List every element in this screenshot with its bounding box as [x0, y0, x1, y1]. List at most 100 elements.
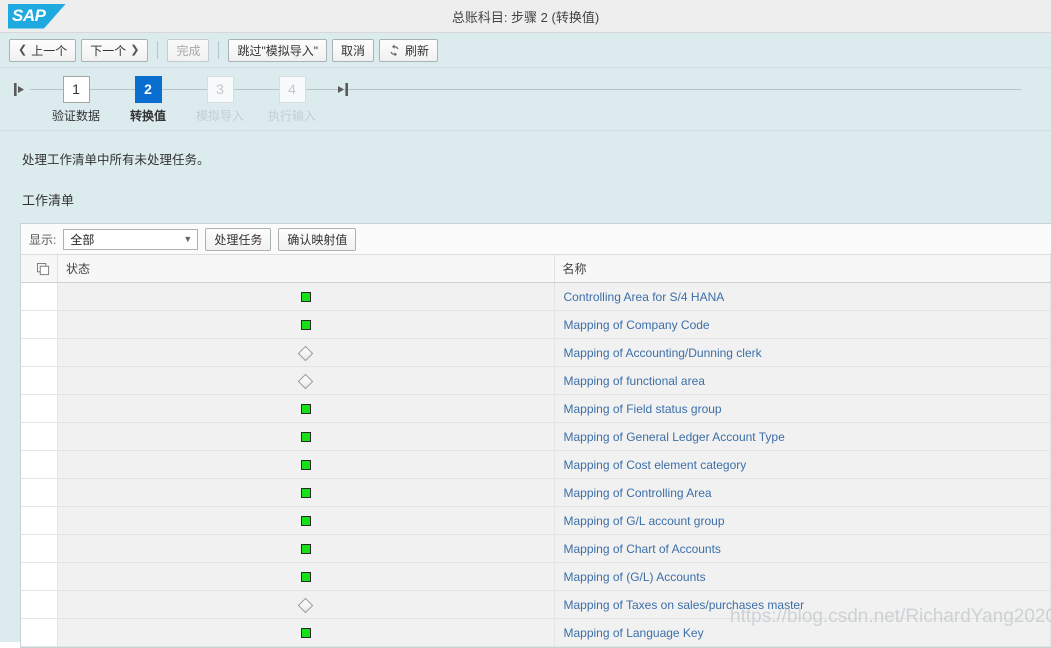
name-cell: Mapping of functional area — [554, 366, 1051, 395]
task-link[interactable]: Mapping of (G/L) Accounts — [564, 570, 706, 584]
name-cell: Mapping of General Ledger Account Type — [554, 422, 1051, 451]
table-row[interactable]: Controlling Area for S/4 HANA — [21, 282, 1051, 311]
name-cell: Mapping of Company Code — [554, 310, 1051, 339]
row-select-cell[interactable] — [21, 534, 58, 563]
task-link[interactable]: Mapping of General Ledger Account Type — [564, 430, 785, 444]
next-button-label: 下一个 — [90, 43, 127, 58]
table-row[interactable]: Mapping of Company Code — [21, 310, 1051, 339]
title-bar: SAP 总账科目: 步骤 2 (转换值) — [0, 0, 1051, 33]
roadmap-steps: 1 验证数据 2 转换值 3 模拟导入 4 执行输入 — [40, 76, 328, 124]
name-cell: Mapping of Cost element category — [554, 450, 1051, 479]
status-diamond-icon — [297, 597, 314, 614]
name-cell: Mapping of G/L account group — [554, 506, 1051, 535]
status-column-header[interactable]: 状态 — [57, 255, 555, 283]
chevron-left-icon: ❮ — [18, 43, 28, 56]
row-select-cell[interactable] — [21, 590, 58, 619]
worklist-table-body: Controlling Area for S/4 HANA Mapping of … — [21, 282, 1051, 647]
table-row[interactable]: Mapping of (G/L) Accounts — [21, 562, 1051, 591]
table-row[interactable]: Mapping of Language Key — [21, 618, 1051, 647]
status-green-square-icon — [300, 432, 311, 443]
refresh-button-label: 刷新 — [405, 43, 430, 58]
row-select-cell[interactable] — [21, 366, 58, 395]
skip-simulation-button-label: 跳过"模拟导入" — [237, 43, 319, 58]
task-link[interactable]: Mapping of functional area — [564, 374, 705, 388]
name-cell: Mapping of Chart of Accounts — [554, 534, 1051, 563]
roadmap-step-4: 4 执行输入 — [256, 76, 328, 124]
task-link[interactable]: Mapping of Accounting/Dunning clerk — [564, 346, 762, 360]
name-column-header[interactable]: 名称 — [554, 255, 1051, 283]
table-row[interactable]: Mapping of General Ledger Account Type — [21, 422, 1051, 451]
worklist-table: 状态 名称 Controlling Area for S/4 HANA Mappi… — [21, 255, 1051, 647]
status-green-square-icon — [300, 572, 311, 583]
name-cell: Mapping of Taxes on sales/purchases mast… — [554, 590, 1051, 619]
roadmap-step-4-number: 4 — [278, 76, 306, 103]
row-select-cell[interactable] — [21, 562, 58, 591]
roadmap-step-3: 3 模拟导入 — [184, 76, 256, 124]
status-cell — [57, 366, 555, 395]
row-select-cell[interactable] — [21, 394, 58, 423]
copy-icon — [36, 262, 50, 276]
row-select-cell[interactable] — [21, 450, 58, 479]
finish-button[interactable]: 完成 — [167, 38, 210, 62]
task-link[interactable]: Mapping of Chart of Accounts — [564, 542, 721, 556]
wizard-roadmap: 1 验证数据 2 转换值 3 模拟导入 4 执行输入 — [0, 68, 1051, 131]
status-cell — [57, 506, 555, 535]
status-green-square-icon — [300, 404, 311, 415]
row-select-cell[interactable] — [21, 422, 58, 451]
next-button[interactable]: 下一个 ❯ — [81, 38, 149, 62]
display-filter-select[interactable]: 全部 ▼ — [63, 228, 199, 250]
row-select-cell[interactable] — [21, 282, 58, 311]
roadmap-end-icon — [337, 82, 351, 97]
roadmap-step-1[interactable]: 1 验证数据 — [40, 76, 112, 124]
table-header-row: 状态 名称 — [21, 255, 1051, 283]
status-green-square-icon — [300, 292, 311, 303]
task-link[interactable]: Mapping of Cost element category — [564, 458, 747, 472]
table-row[interactable]: Mapping of Accounting/Dunning clerk — [21, 338, 1051, 367]
name-cell: Mapping of Language Key — [554, 618, 1051, 647]
task-link[interactable]: Mapping of Field status group — [564, 402, 722, 416]
table-row[interactable]: Mapping of Field status group — [21, 394, 1051, 423]
worklist-panel: 显示: 全部 ▼ 处理任务 确认映射值 状态 名称 Controlling Ar… — [20, 223, 1051, 648]
task-link[interactable]: Mapping of Language Key — [564, 626, 704, 640]
table-row[interactable]: Mapping of Controlling Area — [21, 478, 1051, 507]
roadmap-step-2[interactable]: 2 转换值 — [112, 76, 184, 124]
row-select-cell[interactable] — [21, 506, 58, 535]
table-row[interactable]: Mapping of Chart of Accounts — [21, 534, 1051, 563]
confirm-mapping-button[interactable]: 确认映射值 — [278, 227, 357, 251]
name-cell: Controlling Area for S/4 HANA — [554, 282, 1051, 311]
task-link[interactable]: Controlling Area for S/4 HANA — [564, 290, 725, 304]
process-tasks-button[interactable]: 处理任务 — [205, 227, 272, 251]
task-link[interactable]: Mapping of Controlling Area — [564, 486, 712, 500]
previous-button[interactable]: ❮ 上一个 — [9, 38, 77, 62]
cancel-button-label: 取消 — [341, 43, 366, 58]
table-row[interactable]: Mapping of functional area — [21, 366, 1051, 395]
skip-simulation-button[interactable]: 跳过"模拟导入" — [228, 38, 328, 62]
select-all-column-header[interactable] — [21, 255, 58, 283]
task-link[interactable]: Mapping of Taxes on sales/purchases mast… — [564, 598, 805, 612]
section-title: 工作清单 — [22, 193, 75, 208]
row-select-cell[interactable] — [21, 478, 58, 507]
status-green-square-icon — [300, 516, 311, 527]
task-link[interactable]: Mapping of Company Code — [564, 318, 710, 332]
toolbar-separator — [218, 41, 220, 59]
chevron-down-icon: ▼ — [183, 234, 193, 244]
cancel-button[interactable]: 取消 — [332, 38, 375, 62]
refresh-button[interactable]: 刷新 — [379, 38, 439, 62]
roadmap-step-1-label: 验证数据 — [51, 109, 100, 123]
row-select-cell[interactable] — [21, 310, 58, 339]
status-cell — [57, 478, 555, 507]
task-link[interactable]: Mapping of G/L account group — [564, 514, 725, 528]
name-cell: Mapping of (G/L) Accounts — [554, 562, 1051, 591]
status-cell — [57, 450, 555, 479]
previous-button-label: 上一个 — [31, 43, 68, 58]
table-row[interactable]: Mapping of Taxes on sales/purchases mast… — [21, 590, 1051, 619]
filter-bar: 显示: 全部 ▼ 处理任务 确认映射值 — [21, 224, 1051, 255]
name-cell: Mapping of Accounting/Dunning clerk — [554, 338, 1051, 367]
roadmap-step-2-label: 转换值 — [129, 109, 166, 123]
row-select-cell[interactable] — [21, 618, 58, 647]
table-row[interactable]: Mapping of Cost element category — [21, 450, 1051, 479]
status-cell — [57, 618, 555, 647]
roadmap-step-4-label: 执行输入 — [267, 109, 316, 123]
row-select-cell[interactable] — [21, 338, 58, 367]
table-row[interactable]: Mapping of G/L account group — [21, 506, 1051, 535]
